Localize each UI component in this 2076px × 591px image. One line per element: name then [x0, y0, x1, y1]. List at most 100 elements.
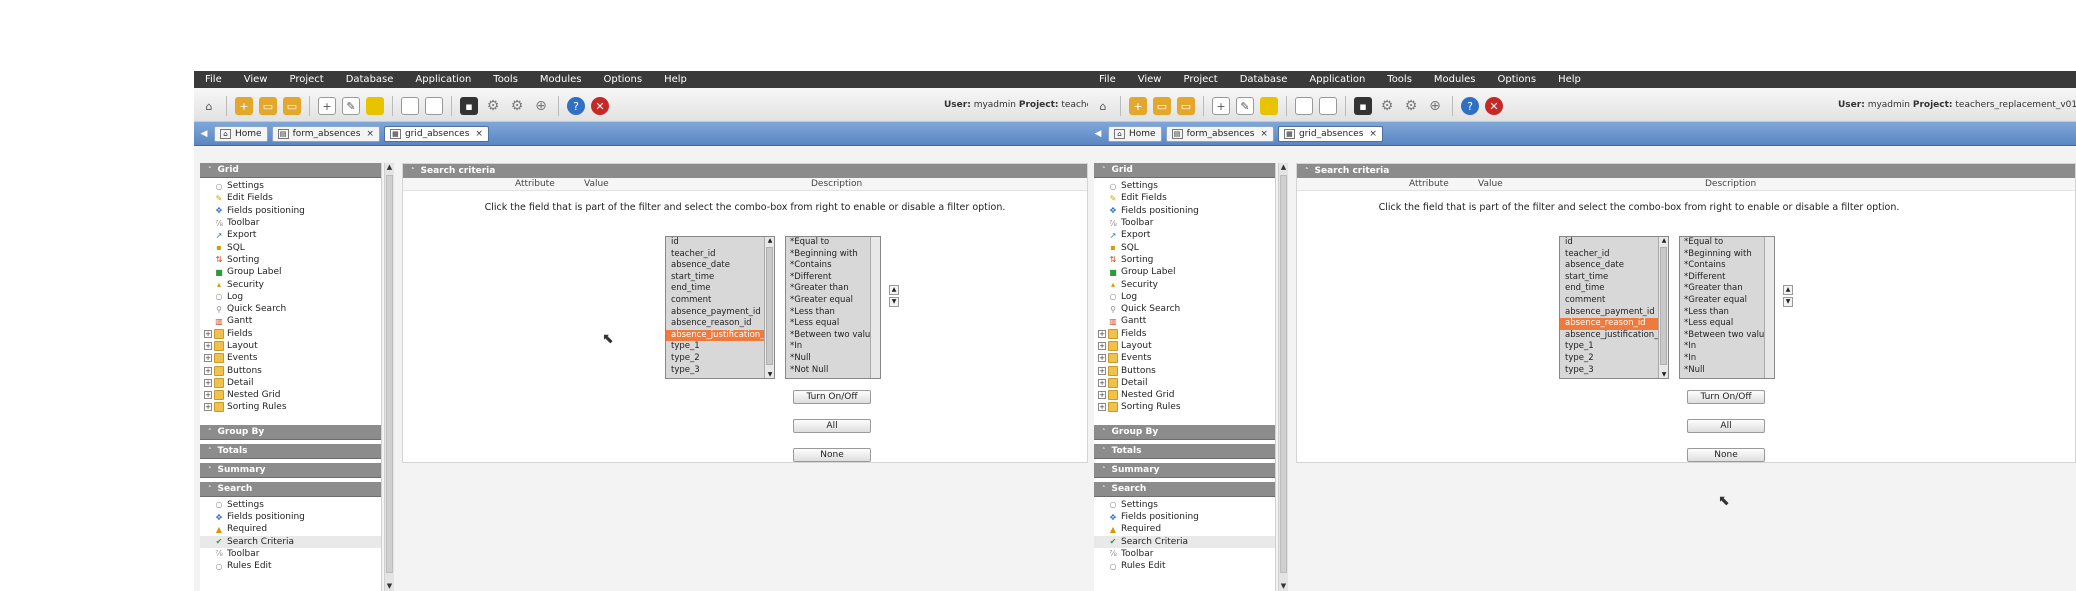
tree-folder-events[interactable]: + Events — [1094, 352, 1275, 364]
menu-item-help[interactable]: Help — [653, 74, 698, 85]
generate-icon[interactable]: ⚙ — [484, 97, 502, 115]
field-option[interactable]: absence_payment_id — [666, 307, 774, 319]
tree-item-group-label[interactable]: ■ Group Label — [200, 266, 381, 278]
exit-icon[interactable]: ✕ — [1485, 97, 1503, 115]
move-up-icon[interactable]: ▲ — [1783, 285, 1793, 295]
scroll-up-icon[interactable]: ▲ — [1660, 237, 1668, 244]
home-icon[interactable]: ⌂ — [1094, 97, 1112, 115]
tree-item-search-toolbar[interactable]: ⅞ Toolbar — [1094, 548, 1275, 560]
tab-grid-absences[interactable]: ▦ grid_absences × — [383, 125, 489, 142]
field-option[interactable]: type_3 — [1560, 365, 1668, 377]
field-option[interactable]: id — [666, 237, 774, 249]
close-icon[interactable]: × — [1369, 129, 1377, 139]
tree-item-search-fields-positioning[interactable]: ✥ Fields positioning — [200, 511, 381, 523]
tree-item-log[interactable]: ○ Log — [200, 291, 381, 303]
help-icon[interactable]: ? — [567, 97, 585, 115]
copy-icon[interactable] — [425, 97, 443, 115]
summary-section-header[interactable]: ˄ Summary — [1094, 462, 1275, 478]
tree-item-security[interactable]: ▴ Security — [200, 278, 381, 290]
collapse-icon[interactable]: ˄ — [411, 167, 415, 175]
tab-scroll-left-icon[interactable]: ◀ — [198, 127, 210, 141]
fields-listbox[interactable]: id teacher_id absence_date start_time end_ti… — [1559, 236, 1669, 379]
operator-option[interactable]: *Different — [1680, 272, 1774, 284]
grid-section-header[interactable]: ˄ Grid — [200, 163, 381, 178]
edit-app-icon[interactable]: ✎ — [342, 97, 360, 115]
field-option[interactable]: absence_justification_id — [666, 329, 774, 342]
run-icon[interactable]: ⊕ — [532, 97, 550, 115]
operator-option[interactable]: *Different — [786, 272, 880, 284]
tree-item-toolbar[interactable]: ⅞ Toolbar — [200, 217, 381, 229]
generate-icon[interactable]: ⚙ — [1378, 97, 1396, 115]
exit-icon[interactable]: ✕ — [591, 97, 609, 115]
tree-item-security[interactable]: ▴ Security — [1094, 278, 1275, 290]
listbox-scrollbar[interactable]: ▲ ▼ — [1658, 237, 1668, 378]
tree-item-log[interactable]: ○ Log — [1094, 291, 1275, 303]
operator-option[interactable]: *In — [786, 341, 880, 353]
tree-item-rules-edit[interactable]: ○ Rules Edit — [200, 560, 381, 572]
menu-item-view[interactable]: View — [1127, 74, 1173, 85]
tree-item-search-settings[interactable]: ○ Settings — [1094, 499, 1275, 511]
field-option[interactable]: comment — [666, 295, 774, 307]
field-option[interactable]: teacher_id — [1560, 249, 1668, 261]
field-option[interactable]: absence_date — [1560, 260, 1668, 272]
tree-item-search-criteria[interactable]: ✔ Search Criteria — [200, 535, 381, 548]
menu-item-help[interactable]: Help — [1547, 74, 1592, 85]
menu-item-modules[interactable]: Modules — [1423, 74, 1487, 85]
menu-item-options[interactable]: Options — [593, 74, 654, 85]
operator-option[interactable]: *Equal to — [786, 237, 880, 249]
field-option[interactable]: absence_payment_id — [1560, 307, 1668, 319]
operator-option[interactable]: *In — [1680, 353, 1774, 365]
field-option[interactable]: id — [1560, 237, 1668, 249]
none-button[interactable]: None — [793, 448, 871, 462]
field-option[interactable]: absence_justification_id — [1560, 330, 1668, 342]
listbox-scrollbar[interactable] — [1764, 237, 1774, 378]
tree-item-settings[interactable]: ○ Settings — [200, 180, 381, 192]
all-button[interactable]: All — [793, 419, 871, 433]
field-option[interactable]: end_time — [666, 283, 774, 295]
generate-all-icon[interactable]: ⚙ — [508, 97, 526, 115]
tree-folder-sorting-rules[interactable]: + Sorting Rules — [200, 401, 381, 413]
tree-item-edit-fields[interactable]: ✎ Edit Fields — [1094, 192, 1275, 204]
field-option[interactable]: teacher_id — [666, 249, 774, 261]
operators-listbox[interactable]: *Equal to *Beginning with *Contains *Differ… — [785, 236, 881, 379]
tree-folder-fields[interactable]: + Fields — [1094, 328, 1275, 340]
new-app-icon[interactable]: + — [318, 97, 336, 115]
all-button[interactable]: All — [1687, 419, 1765, 433]
tree-folder-detail[interactable]: + Detail — [200, 377, 381, 389]
copy-icon[interactable] — [1319, 97, 1337, 115]
expand-icon[interactable]: + — [1098, 403, 1106, 412]
tree-item-quick-search[interactable]: ⚲ Quick Search — [200, 303, 381, 315]
operator-option[interactable]: *Less equal — [786, 318, 880, 330]
field-option[interactable]: absence_date — [666, 260, 774, 272]
open-project-icon[interactable]: ▭ — [259, 97, 277, 115]
new-project-icon[interactable]: + — [1129, 97, 1147, 115]
close-icon[interactable]: × — [475, 129, 483, 139]
save-icon[interactable]: ▪ — [1354, 97, 1372, 115]
home-icon[interactable]: ⌂ — [200, 97, 218, 115]
field-option[interactable]: type_1 — [1560, 341, 1668, 353]
menu-item-options[interactable]: Options — [1487, 74, 1548, 85]
menu-item-tools[interactable]: Tools — [482, 74, 529, 85]
menu-item-project[interactable]: Project — [278, 74, 334, 85]
tree-item-required[interactable]: ▲ Required — [1094, 523, 1275, 535]
tree-item-group-label[interactable]: ■ Group Label — [1094, 266, 1275, 278]
field-option[interactable]: type_2 — [666, 353, 774, 365]
operator-option[interactable]: *Greater than — [1680, 283, 1774, 295]
scroll-thumb[interactable] — [1660, 247, 1667, 365]
tree-item-gantt[interactable]: ▥ Gantt — [200, 315, 381, 327]
save-icon[interactable]: ▪ — [460, 97, 478, 115]
generate-all-icon[interactable]: ⚙ — [1402, 97, 1420, 115]
expand-icon[interactable]: + — [1098, 378, 1106, 387]
tree-item-search-fields-positioning[interactable]: ✥ Fields positioning — [1094, 511, 1275, 523]
scroll-thumb[interactable] — [766, 247, 773, 365]
page-icon[interactable] — [401, 97, 419, 115]
group-by-section-header[interactable]: ˄ Group By — [200, 424, 381, 440]
tree-folder-buttons[interactable]: + Buttons — [200, 364, 381, 376]
expand-icon[interactable]: + — [204, 354, 212, 363]
totals-section-header[interactable]: ˄ Totals — [200, 443, 381, 459]
field-option[interactable]: start_time — [1560, 272, 1668, 284]
operators-listbox[interactable]: *Equal to *Beginning with *Contains *Differ… — [1679, 236, 1775, 379]
tree-item-required[interactable]: ▲ Required — [200, 523, 381, 535]
help-icon[interactable]: ? — [1461, 97, 1479, 115]
operator-option[interactable]: *In — [1680, 341, 1774, 353]
